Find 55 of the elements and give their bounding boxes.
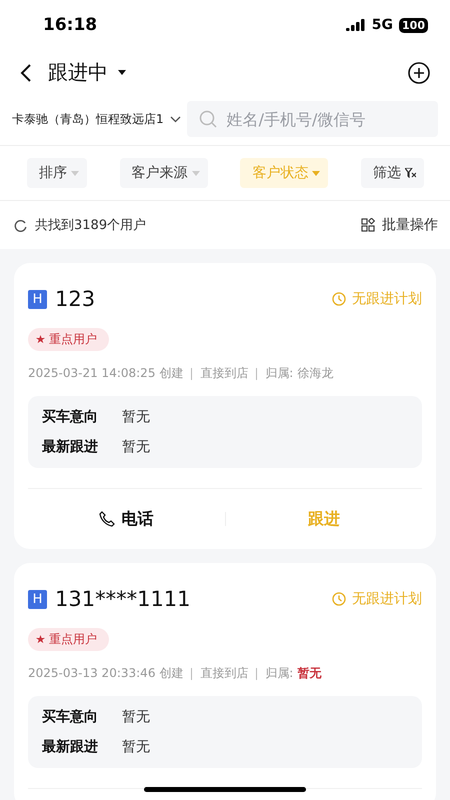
caret-icon (312, 170, 320, 176)
result-count: 共找到3189个用户 (35, 217, 146, 234)
customer-source: 直接到店 (200, 665, 248, 682)
caret-icon (118, 70, 126, 75)
batch-button[interactable]: 批量操作 (361, 216, 438, 234)
chevron-down-icon[interactable] (170, 116, 181, 122)
customer-card[interactable]: H 123 无跟进计划 重点用户 2025-03-21 14:08:25 创建 直接到店 归属: 徐海龙 买车意向 暂无 最新跟进 暂无 电话 跟进 (14, 263, 436, 549)
customer-source: 直接到店 (200, 365, 248, 382)
filter-chip[interactable]: 排序 (27, 158, 87, 188)
detail-label: 最新跟进 (42, 438, 99, 456)
owner-label: 归属: (265, 365, 294, 382)
star-icon (36, 635, 45, 644)
owner-name: 暂无 (297, 665, 322, 682)
detail-value: 暂无 (122, 708, 150, 726)
detail-value: 暂无 (122, 738, 150, 756)
call-button[interactable]: 电话 (28, 508, 224, 530)
refresh-icon[interactable] (14, 218, 27, 232)
add-icon[interactable] (408, 62, 430, 84)
page-title[interactable]: 跟进中 (48, 59, 108, 86)
created-time: 2025-03-13 20:33:46 创建 (28, 665, 184, 682)
owner-label: 归属: (265, 665, 294, 682)
clock-icon (332, 292, 346, 306)
search-field[interactable]: 姓名/手机号/微信号 (186, 101, 438, 137)
filter-icon (404, 168, 416, 178)
customer-badge: H (28, 290, 47, 308)
filter-chip[interactable]: 筛选 (360, 158, 424, 188)
tag-label: 重点用户 (49, 631, 97, 648)
caret-icon (192, 170, 200, 176)
detail-label: 最新跟进 (42, 738, 99, 756)
follow-plan-status: 无跟进计划 (352, 590, 422, 608)
caret-icon (71, 170, 79, 176)
back-icon[interactable] (20, 62, 32, 82)
owner-name: 徐海龙 (297, 365, 334, 382)
search-icon (198, 110, 217, 128)
status-time: 16:18 (43, 15, 98, 35)
battery-level: 100 (399, 18, 428, 32)
star-icon (36, 335, 45, 344)
detail-label: 买车意向 (42, 708, 99, 726)
detail-value: 暂无 (122, 438, 150, 456)
clock-icon (332, 592, 346, 606)
filter-chip[interactable]: 客户来源 (120, 158, 208, 188)
customer-card[interactable]: H 131****1111 无跟进计划 重点用户 2025-03-13 20:33:46 创建 直接到店 归属: 暂无 买车意向 暂无 最新跟进 暂无 (14, 563, 436, 800)
created-time: 2025-03-21 14:08:25 创建 (28, 365, 184, 382)
tag-label: 重点用户 (49, 331, 97, 348)
customer-badge: H (28, 590, 47, 608)
phone-icon (99, 511, 116, 527)
signal-icon (346, 19, 366, 31)
customer-name: 123 (55, 287, 96, 311)
network-label: 5G (372, 17, 394, 33)
store-selector[interactable]: 卡泰驰（青岛）恒程致远店1 (12, 110, 164, 128)
detail-label: 买车意向 (42, 408, 99, 426)
follow-plan-status: 无跟进计划 (352, 290, 422, 308)
grid-icon (361, 218, 376, 232)
customer-name: 131****1111 (55, 587, 191, 611)
detail-value: 暂无 (122, 408, 150, 426)
